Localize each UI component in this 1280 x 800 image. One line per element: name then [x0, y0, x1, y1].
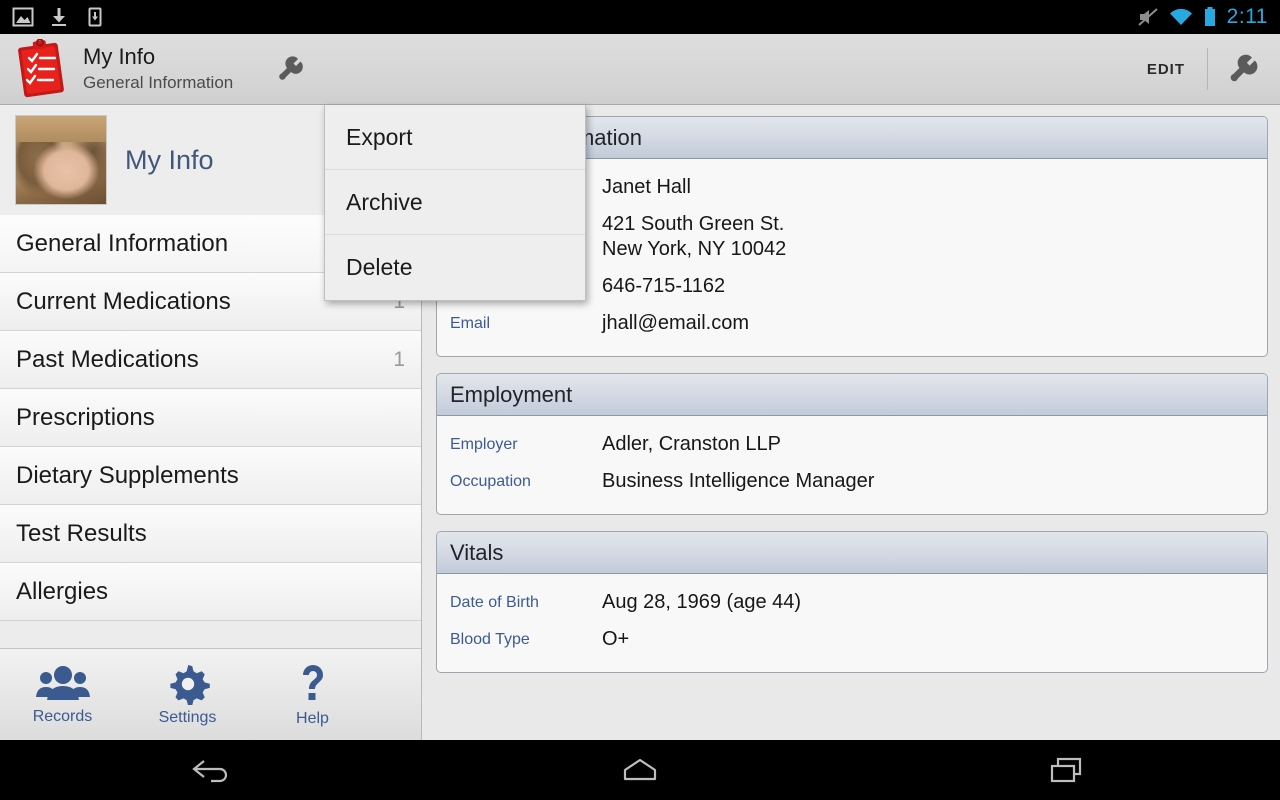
- card-title: Vitals: [437, 532, 1267, 574]
- card-body: Date of Birth Aug 28, 1969 (age 44) Bloo…: [437, 574, 1267, 672]
- status-bar-left-icons: [0, 6, 106, 28]
- field-row[interactable]: Date of Birth Aug 28, 1969 (age 44): [437, 584, 1267, 621]
- field-value: 421 South Green St. New York, NY 10042: [602, 213, 787, 260]
- profile-name: My Info: [125, 144, 214, 175]
- save-to-device-icon: [88, 7, 102, 27]
- overflow-dropdown-menu: Export Archive Delete: [324, 105, 586, 301]
- tab-help[interactable]: Help: [250, 662, 375, 728]
- wrench-icon: [279, 56, 304, 80]
- status-bar: 2:11: [0, 0, 1280, 34]
- content-area: My Info General Information Current Medi…: [0, 105, 1280, 740]
- page-title: My Info: [83, 44, 156, 69]
- field-label: Occupation: [450, 473, 531, 490]
- status-bar-clock: 2:11: [1226, 5, 1268, 28]
- question-mark-icon: [302, 664, 323, 700]
- download-icon: [52, 8, 66, 26]
- sidebar-item-test-results[interactable]: Test Results: [0, 505, 421, 563]
- app-bar: My Info General Information EDIT: [0, 34, 1280, 105]
- field-value: 646-715-1162: [602, 275, 726, 297]
- field-row[interactable]: Employer Adler, Cranston LLP: [437, 426, 1267, 463]
- card-title: Employment: [437, 374, 1267, 416]
- menu-item-export[interactable]: Export: [325, 105, 585, 170]
- battery-icon: [1204, 7, 1215, 26]
- home-button[interactable]: [550, 755, 730, 785]
- people-icon: [35, 665, 90, 700]
- field-value: jhall@email.com: [602, 312, 750, 334]
- tab-label: Settings: [158, 708, 217, 726]
- home-icon: [623, 758, 657, 781]
- field-row[interactable]: Blood Type O+: [437, 621, 1267, 658]
- sidebar-item-prescriptions[interactable]: Prescriptions: [0, 389, 421, 447]
- wrench-icon: [1230, 54, 1258, 82]
- back-icon: [192, 760, 228, 783]
- card-employment: Employment Employer Adler, Cranston LLP …: [436, 373, 1268, 515]
- sidebar-item-label: Prescriptions: [16, 403, 155, 431]
- overflow-menu-button[interactable]: [271, 49, 311, 89]
- recents-button[interactable]: [977, 755, 1157, 785]
- field-label: Employer: [450, 436, 518, 453]
- tab-label: Records: [32, 707, 93, 725]
- gear-icon: [169, 664, 210, 705]
- avatar: [15, 115, 107, 205]
- tab-label: Help: [296, 709, 329, 727]
- wifi-icon: [1169, 8, 1192, 25]
- sidebar-tab-bar: Records Settings Help: [0, 648, 421, 740]
- field-value: Aug 28, 1969 (age 44): [602, 591, 802, 613]
- volume-muted-icon: [1138, 8, 1158, 26]
- page-subtitle: General Information: [83, 73, 234, 92]
- app-bar-titles: My Info General Information: [83, 44, 233, 94]
- tools-button[interactable]: [1208, 34, 1280, 105]
- clipboard-icon[interactable]: [15, 38, 71, 99]
- sidebar-item-allergies[interactable]: Allergies: [0, 563, 421, 621]
- sidebar-item-label: Dietary Supplements: [16, 461, 239, 489]
- field-value: Janet Hall: [602, 176, 691, 198]
- card-body: Employer Adler, Cranston LLP Occupation …: [437, 416, 1267, 514]
- sidebar-item-label: Test Results: [16, 519, 147, 547]
- field-row[interactable]: Email jhall@email.com: [437, 305, 1267, 342]
- sidebar-item-past-medications[interactable]: Past Medications 1: [0, 331, 421, 389]
- edit-button[interactable]: EDIT: [1125, 47, 1207, 91]
- field-value: Adler, Cranston LLP: [602, 433, 781, 455]
- sidebar-item-count: 1: [393, 347, 405, 371]
- tab-settings[interactable]: Settings: [125, 663, 250, 727]
- app-bar-actions: EDIT: [1125, 34, 1280, 104]
- sidebar-item-dietary-supplements[interactable]: Dietary Supplements: [0, 447, 421, 505]
- field-row[interactable]: Occupation Business Intelligence Manager: [437, 463, 1267, 500]
- field-label: Email: [450, 315, 491, 332]
- field-value: Business Intelligence Manager: [602, 470, 875, 492]
- field-label: Date of Birth: [450, 594, 539, 611]
- back-button[interactable]: [123, 755, 303, 785]
- status-bar-right-icons: 2:11: [1137, 5, 1280, 29]
- android-tablet-screen: 2:11 My Info General Information EDIT My…: [0, 0, 1280, 800]
- image-icon: [12, 7, 34, 27]
- field-label: Blood Type: [450, 631, 530, 648]
- sidebar-item-label: Allergies: [16, 577, 109, 605]
- system-navigation-bar: [0, 740, 1280, 800]
- menu-item-archive[interactable]: Archive: [325, 170, 585, 235]
- card-vitals: Vitals Date of Birth Aug 28, 1969 (age 4…: [436, 531, 1268, 673]
- sidebar-item-label: Past Medications: [16, 345, 199, 373]
- field-value: O+: [602, 628, 630, 650]
- recents-icon: [1050, 757, 1081, 783]
- tab-records[interactable]: Records: [0, 664, 125, 726]
- menu-item-delete[interactable]: Delete: [325, 235, 585, 300]
